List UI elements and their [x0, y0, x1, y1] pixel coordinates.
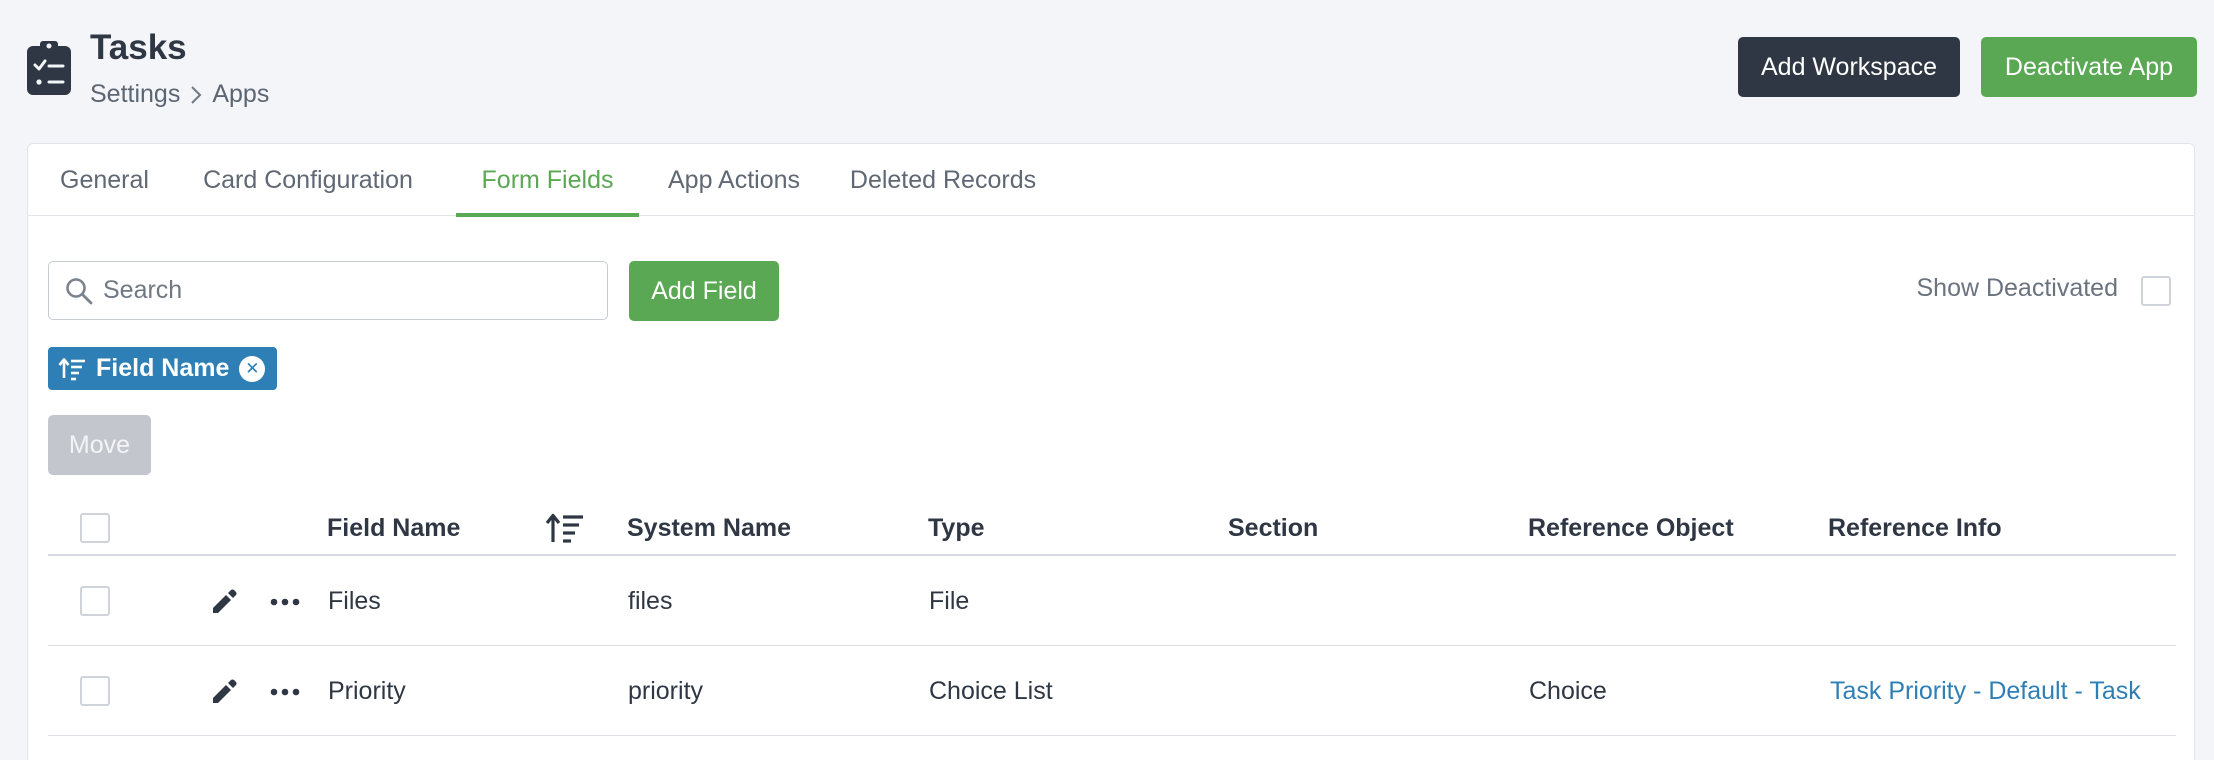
add-field-button[interactable]: Add Field: [629, 261, 779, 321]
sort-ascending-icon[interactable]: [545, 511, 585, 545]
sort-ascending-icon: [58, 357, 85, 380]
tab-card-configuration[interactable]: Card Configuration: [198, 144, 418, 216]
tab-bar: General Card Configuration Form Fields A…: [28, 144, 2194, 217]
breadcrumb-apps[interactable]: Apps: [212, 80, 269, 109]
more-options-icon[interactable]: [270, 682, 300, 702]
column-header-field-name[interactable]: Field Name: [327, 501, 460, 556]
tab-form-fields[interactable]: Form Fields: [456, 144, 639, 217]
table-header: Field Name System Name Type Section Refe…: [48, 501, 2176, 556]
cell-system-name: files: [628, 586, 673, 615]
settings-card: General Card Configuration Form Fields A…: [27, 143, 2195, 760]
sort-chip-field-name[interactable]: Field Name ✕: [48, 347, 277, 390]
tab-deleted-records[interactable]: Deleted Records: [838, 144, 1048, 216]
row-checkbox[interactable]: [80, 676, 110, 706]
breadcrumb: Settings Apps: [90, 80, 269, 109]
column-header-reference-object[interactable]: Reference Object: [1528, 501, 1734, 556]
tab-app-actions[interactable]: App Actions: [650, 144, 818, 216]
reference-info-link[interactable]: Task Priority - Default - Task: [1830, 677, 2141, 706]
show-deactivated-checkbox[interactable]: [2141, 276, 2171, 306]
column-header-reference-info[interactable]: Reference Info: [1828, 501, 2002, 556]
column-header-system-name[interactable]: System Name: [627, 501, 791, 556]
row-checkbox[interactable]: [80, 586, 110, 616]
cell-type: File: [929, 586, 970, 615]
page-header: Tasks Settings Apps Add Workspace Deacti…: [0, 0, 2214, 140]
deactivate-app-button[interactable]: Deactivate App: [1981, 37, 2197, 97]
column-header-section[interactable]: Section: [1228, 501, 1318, 556]
breadcrumb-settings[interactable]: Settings: [90, 80, 180, 109]
page-title: Tasks: [90, 28, 187, 67]
column-header-type[interactable]: Type: [928, 501, 985, 556]
move-button[interactable]: Move: [48, 415, 151, 475]
search-icon: [66, 278, 93, 305]
tab-general[interactable]: General: [58, 144, 151, 216]
close-icon[interactable]: ✕: [239, 355, 266, 382]
table-row: Files files File: [48, 556, 2176, 646]
add-workspace-button[interactable]: Add Workspace: [1738, 37, 1960, 97]
more-options-icon[interactable]: [270, 592, 300, 612]
show-deactivated-label: Show Deactivated: [1916, 274, 2118, 302]
cell-reference-info[interactable]: Task Priority - Default - Task: [1830, 646, 2141, 736]
fields-table: Field Name System Name Type Section Refe…: [48, 501, 2176, 736]
clipboard-checklist-icon: [27, 41, 71, 95]
table-row: Priority priority Choice List Choice Tas…: [48, 646, 2176, 736]
cell-field-name: Priority: [328, 676, 406, 705]
cell-system-name: priority: [628, 676, 704, 705]
pencil-icon[interactable]: [210, 588, 238, 616]
select-all-checkbox[interactable]: [80, 513, 110, 543]
cell-field-name: Files: [328, 586, 381, 615]
chevron-right-icon: [191, 85, 202, 104]
cell-type: Choice List: [929, 676, 1053, 705]
search-input[interactable]: [103, 262, 593, 319]
page: Tasks Settings Apps Add Workspace Deacti…: [0, 0, 2214, 760]
search-box: [48, 261, 608, 320]
cell-reference-object: Choice: [1529, 676, 1607, 705]
pencil-icon[interactable]: [210, 678, 238, 706]
sort-chip-label: Field Name: [96, 354, 230, 382]
